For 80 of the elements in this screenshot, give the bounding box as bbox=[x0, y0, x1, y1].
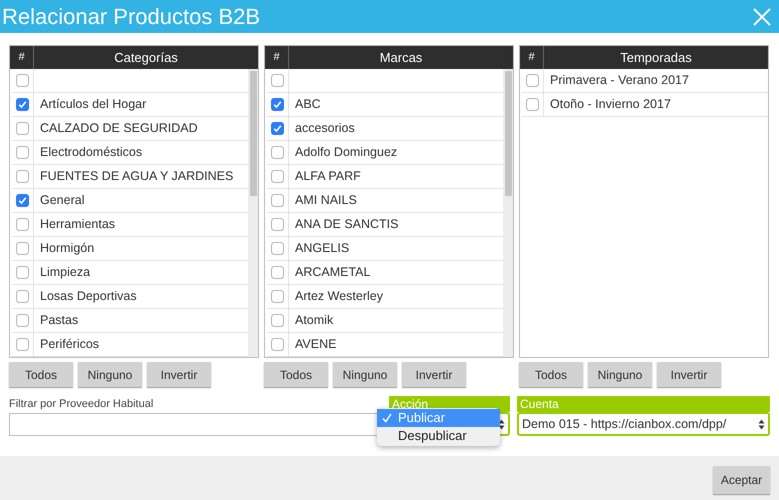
field-label: Filtrar por Proveedor Habitual bbox=[9, 396, 154, 412]
checkbox[interactable] bbox=[271, 194, 284, 207]
list-button[interactable]: Todos bbox=[264, 362, 328, 387]
list-item[interactable]: Primavera - Verano 2017 bbox=[544, 69, 689, 92]
list-item[interactable]: ANA DE SANCTIS bbox=[289, 213, 398, 236]
list-item[interactable]: accesorios bbox=[289, 117, 355, 140]
list-item[interactable]: ANGELIS bbox=[289, 237, 350, 260]
list-item[interactable]: AVENE bbox=[289, 333, 336, 356]
list-item[interactable]: CALZADO DE SEGURIDAD bbox=[34, 117, 198, 140]
checkbox[interactable] bbox=[271, 314, 284, 327]
scrollbar[interactable] bbox=[503, 69, 513, 357]
option-label: Publicar bbox=[398, 409, 445, 428]
list-item[interactable]: General bbox=[34, 189, 84, 212]
list-item[interactable]: Otoño - Invierno 2017 bbox=[544, 93, 671, 116]
list-item[interactable]: Losas Deportivas bbox=[34, 285, 137, 308]
list-item[interactable]: AMI NAILS bbox=[289, 189, 357, 212]
checkbox[interactable] bbox=[16, 290, 29, 303]
checkbox[interactable] bbox=[271, 218, 284, 231]
checkmark-icon bbox=[382, 413, 392, 423]
checkbox[interactable] bbox=[271, 242, 284, 255]
list-button[interactable]: Invertir bbox=[657, 362, 721, 387]
checkbox[interactable] bbox=[16, 194, 29, 207]
checkbox[interactable] bbox=[271, 338, 284, 351]
list-item[interactable]: Artículos del Hogar bbox=[34, 93, 146, 116]
list-item[interactable]: Periféricos bbox=[34, 333, 100, 356]
checkbox[interactable] bbox=[16, 338, 29, 351]
checkbox[interactable] bbox=[16, 98, 29, 111]
list-button[interactable]: Todos bbox=[9, 362, 73, 387]
scrollbar[interactable] bbox=[248, 69, 258, 357]
select-field[interactable]: Demo 015 - https://cianbox.com/dpp/ bbox=[517, 412, 770, 436]
checkbox[interactable] bbox=[271, 170, 284, 183]
checkbox[interactable] bbox=[16, 242, 29, 255]
list-item[interactable]: FUENTES DE AGUA Y JARDINES bbox=[34, 165, 234, 188]
list-button[interactable]: Ninguno bbox=[78, 362, 142, 387]
checkbox[interactable] bbox=[16, 146, 29, 159]
menu-item[interactable]: Despublicar bbox=[377, 427, 500, 445]
checkbox[interactable] bbox=[16, 122, 29, 135]
option-label: Despublicar bbox=[398, 427, 467, 446]
list-item[interactable]: Herramientas bbox=[34, 213, 116, 236]
list-item[interactable]: ABC bbox=[289, 93, 321, 116]
checkbox[interactable] bbox=[271, 122, 284, 135]
list-item[interactable]: ARCAMETAL bbox=[289, 261, 370, 284]
checkbox[interactable] bbox=[526, 74, 539, 87]
column-header: Marcas bbox=[378, 48, 424, 67]
checkbox[interactable] bbox=[271, 74, 284, 87]
checkbox[interactable] bbox=[16, 314, 29, 327]
stepper-icon bbox=[758, 418, 765, 430]
checkbox[interactable] bbox=[271, 290, 284, 303]
list-item[interactable]: Atomik bbox=[289, 309, 334, 332]
column-header: Temporadas bbox=[619, 48, 693, 67]
checkbox[interactable] bbox=[271, 266, 284, 279]
checkbox[interactable] bbox=[16, 218, 29, 231]
window-title: Relacionar Productos B2B bbox=[2, 3, 260, 31]
list-item[interactable]: Artez Westerley bbox=[289, 285, 383, 308]
stepper-icon bbox=[498, 418, 505, 430]
column-header: # bbox=[520, 46, 544, 69]
list-item[interactable]: Pastas bbox=[34, 309, 78, 332]
list-item[interactable]: ALFA PARF bbox=[289, 165, 361, 188]
list-item[interactable]: Adolfo Dominguez bbox=[289, 141, 398, 164]
checkbox[interactable] bbox=[16, 74, 29, 87]
list-button[interactable]: Todos bbox=[519, 362, 583, 387]
accept-button[interactable]: Aceptar bbox=[713, 466, 770, 494]
checkbox[interactable] bbox=[16, 170, 29, 183]
list-button[interactable]: Ninguno bbox=[333, 362, 397, 387]
select-value: Demo 015 - https://cianbox.com/dpp/ bbox=[522, 416, 726, 433]
list-item[interactable]: Electrodomésticos bbox=[34, 141, 142, 164]
checkbox[interactable] bbox=[526, 98, 539, 111]
checkbox[interactable] bbox=[271, 98, 284, 111]
checkbox[interactable] bbox=[271, 146, 284, 159]
close-icon[interactable] bbox=[753, 8, 771, 26]
list-item[interactable]: Limpieza bbox=[34, 261, 90, 284]
column-header: # bbox=[10, 46, 34, 69]
list-button[interactable]: Invertir bbox=[147, 362, 211, 387]
column-header: # bbox=[265, 46, 289, 69]
list-item[interactable]: Hormigón bbox=[34, 237, 94, 260]
list-button[interactable]: Ninguno bbox=[588, 362, 652, 387]
checkbox[interactable] bbox=[16, 266, 29, 279]
list-button[interactable]: Invertir bbox=[402, 362, 466, 387]
field-label: Cuenta bbox=[517, 396, 770, 412]
column-header: Categorías bbox=[113, 48, 179, 67]
